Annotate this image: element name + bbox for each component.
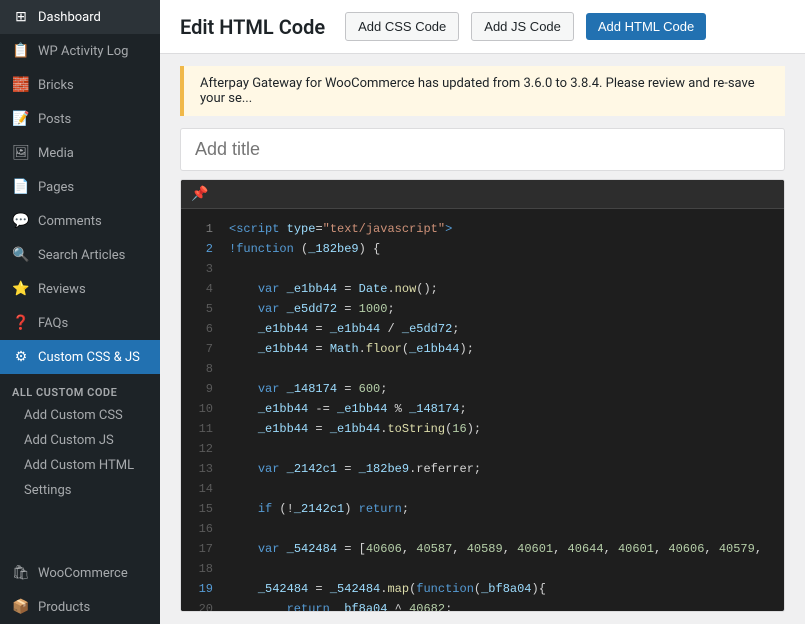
sidebar: ⊞ Dashboard 📋 WP Activity Log 🧱 Bricks 📝… (0, 0, 160, 624)
editor-toolbar: 📌 (181, 180, 784, 209)
sidebar-sub-item-add-custom-js[interactable]: Add Custom JS (0, 428, 160, 453)
sidebar-item-label: Comments (38, 214, 102, 229)
sidebar-item-label: Media (38, 146, 74, 161)
sidebar-sub-item-settings[interactable]: Settings (0, 478, 160, 503)
title-input[interactable] (181, 129, 784, 170)
sidebar-item-media[interactable]: 🖼 Media (0, 136, 160, 170)
add-html-button[interactable]: Add HTML Code (586, 13, 706, 40)
dashboard-icon: ⊞ (12, 8, 30, 26)
page-header: Edit HTML Code Add CSS Code Add JS Code … (160, 0, 805, 54)
sidebar-item-label: Posts (38, 112, 71, 127)
update-notice: Afterpay Gateway for WooCommerce has upd… (180, 66, 785, 116)
title-area (180, 128, 785, 171)
sidebar-item-label: Custom CSS & JS (38, 350, 140, 365)
products-icon: 📦 (12, 598, 30, 616)
sidebar-item-pages[interactable]: 📄 Pages (0, 170, 160, 204)
code-content[interactable]: 1 2 3 4 5 6 7 8 9 10 11 12 13 14 15 16 1… (181, 209, 784, 611)
sidebar-item-bricks[interactable]: 🧱 Bricks (0, 68, 160, 102)
code-text[interactable]: <script type="text/javascript"> !functio… (221, 209, 784, 611)
sidebar-item-label: Pages (38, 180, 74, 195)
sidebar-item-products[interactable]: 📦 Products (0, 590, 160, 624)
sidebar-item-posts[interactable]: 📝 Posts (0, 102, 160, 136)
add-js-button[interactable]: Add JS Code (471, 12, 574, 41)
code-editor: 📌 1 2 3 4 5 6 7 8 9 10 11 12 13 14 15 16 (180, 179, 785, 612)
bricks-icon: 🧱 (12, 76, 30, 94)
sidebar-sub-item-add-custom-css[interactable]: Add Custom CSS (0, 403, 160, 428)
sidebar-item-label: Search Articles (38, 248, 125, 263)
sidebar-item-woocommerce[interactable]: 🛍 WooCommerce (0, 556, 160, 590)
media-icon: 🖼 (12, 144, 30, 162)
sidebar-item-faqs[interactable]: ❓ FAQs (0, 306, 160, 340)
sidebar-item-label: Dashboard (38, 10, 101, 25)
sidebar-item-label: Products (38, 600, 90, 615)
sidebar-item-reviews[interactable]: ⭐ Reviews (0, 272, 160, 306)
sidebar-item-custom-css-js[interactable]: ⚙ Custom CSS & JS (0, 340, 160, 374)
sidebar-item-comments[interactable]: 💬 Comments (0, 204, 160, 238)
sidebar-item-dashboard[interactable]: ⊞ Dashboard (0, 0, 160, 34)
woocommerce-icon: 🛍 (12, 564, 30, 582)
sidebar-sub-item-add-custom-html[interactable]: Add Custom HTML (0, 453, 160, 478)
search-icon: 🔍 (12, 246, 30, 264)
sidebar-item-search-articles[interactable]: 🔍 Search Articles (0, 238, 160, 272)
activity-log-icon: 📋 (12, 42, 30, 60)
sidebar-item-label: Bricks (38, 78, 74, 93)
page-title: Edit HTML Code (180, 15, 325, 39)
comments-icon: 💬 (12, 212, 30, 230)
sidebar-item-label: WooCommerce (38, 566, 128, 581)
add-css-button[interactable]: Add CSS Code (345, 12, 459, 41)
sidebar-item-label: FAQs (38, 316, 68, 331)
posts-icon: 📝 (12, 110, 30, 128)
pin-icon: 📌 (191, 186, 208, 202)
sidebar-item-label: WP Activity Log (38, 44, 128, 59)
main-content: Edit HTML Code Add CSS Code Add JS Code … (160, 0, 805, 624)
pages-icon: 📄 (12, 178, 30, 196)
line-numbers: 1 2 3 4 5 6 7 8 9 10 11 12 13 14 15 16 1… (181, 209, 221, 611)
faqs-icon: ❓ (12, 314, 30, 332)
sidebar-item-label: Reviews (38, 282, 86, 297)
reviews-icon: ⭐ (12, 280, 30, 298)
all-custom-code-section: All Custom Code (0, 374, 160, 403)
custom-css-js-icon: ⚙ (12, 348, 30, 366)
sidebar-item-wp-activity-log[interactable]: 📋 WP Activity Log (0, 34, 160, 68)
